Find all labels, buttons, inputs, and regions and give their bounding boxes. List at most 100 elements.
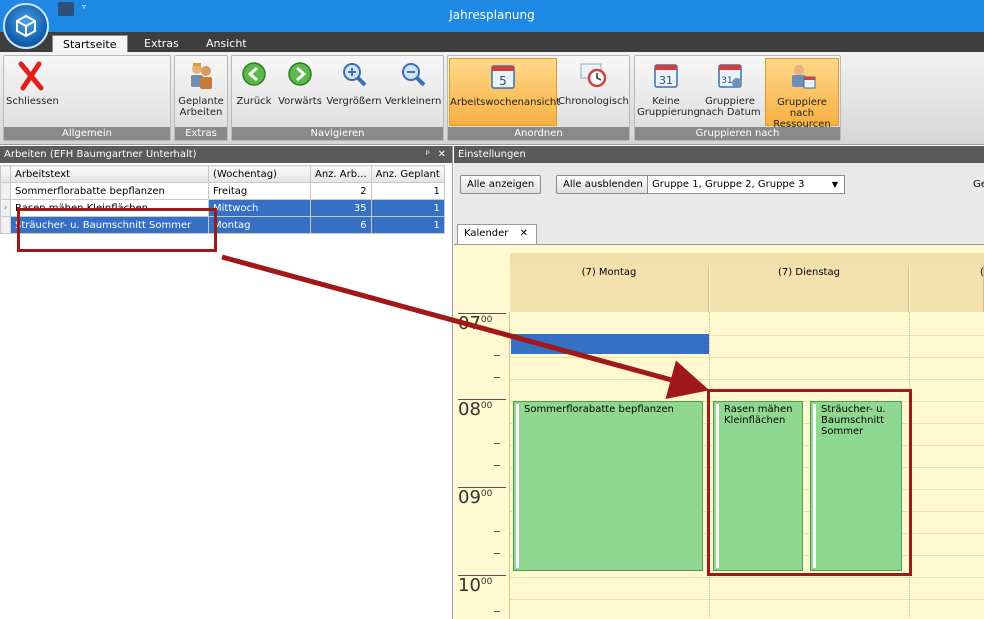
workweek-calendar-icon: 5: [491, 65, 515, 89]
group-label-navigieren: Navigieren: [232, 127, 443, 140]
tab-kalender[interactable]: Kalender ✕: [457, 224, 537, 244]
zoom-in-button[interactable]: Vergrößern: [326, 58, 382, 126]
planned-work-label: Geplante Arbeiten: [178, 96, 224, 118]
svg-text:31: 31: [721, 76, 732, 86]
selected-time-slot[interactable]: [511, 334, 709, 354]
group-label-allgemein: Allgemein: [4, 127, 170, 140]
cell-anz-arb[interactable]: 6: [310, 216, 372, 234]
workers-icon: [191, 63, 212, 89]
hour-label-10: 1000: [458, 575, 493, 596]
no-grouping-label: Keine Gruppierung: [637, 96, 700, 118]
app-menu-button[interactable]: [3, 3, 49, 49]
cell-arbeitstext[interactable]: Sommerflorabatte bepflanzen: [10, 182, 209, 200]
close-x-icon: [18, 61, 44, 91]
back-arrow-icon: [242, 62, 266, 86]
group-by-date-button[interactable]: 31 Gruppiere nach Datum: [697, 58, 763, 126]
cell-anz-arb[interactable]: 2: [310, 182, 372, 200]
close-button-label: Schliessen: [6, 96, 59, 107]
appointment-sommerflorabatte[interactable]: Sommerflorabatte bepflanzen: [513, 401, 703, 571]
day-header-montag-label: (7) Montag: [581, 267, 637, 278]
close-button[interactable]: Schliessen: [6, 58, 59, 126]
group-navigieren: Zurück Vorwärts Vergrößern Verkleinern N…: [231, 55, 444, 141]
quick-access-dropdown-icon[interactable]: ▿: [82, 2, 86, 11]
group-select-value: Gruppe 1, Gruppe 2, Gruppe 3: [652, 179, 805, 190]
calendar-31-icon: 31: [654, 64, 678, 88]
zoom-out-icon: [402, 63, 426, 87]
table-header: Arbeitstext (Wochentag) Anz. Arb... Anz.…: [0, 165, 445, 183]
calendar-date-group-icon: 31: [718, 64, 742, 88]
cell-anz-geplant[interactable]: 1: [370, 216, 445, 234]
row-indicator: ›: [0, 199, 11, 217]
group-anordnen: 5 Arbeitswochenansicht Chronologisch Ano…: [447, 55, 630, 141]
pin-icon[interactable]: ᵖ: [426, 146, 430, 163]
window-title: Jahresplanung: [449, 8, 535, 22]
allday-row: [510, 253, 984, 265]
group-by-resources-button[interactable]: Gruppiere nach Ressourcen: [765, 58, 839, 130]
time-column: [454, 312, 510, 619]
tab-close-icon[interactable]: ✕: [520, 225, 528, 243]
day-header-montag[interactable]: (7) Montag: [510, 265, 709, 312]
hour-label-09: 0900: [458, 487, 493, 508]
work-list-panel-title: Arbeiten (EFH Baumgartner Unterhalt) ᵖ ✕: [0, 146, 452, 163]
cell-wochentag[interactable]: Montag: [208, 216, 311, 234]
back-label: Zurück: [236, 96, 272, 107]
column-header-anz-arb[interactable]: Anz. Arb...: [310, 165, 372, 183]
zoom-in-label: Vergrößern: [326, 96, 382, 107]
column-header-anz-geplant[interactable]: Anz. Geplant: [370, 165, 445, 183]
chronological-icon: [580, 63, 607, 88]
day-header-next-label: (: [980, 267, 984, 278]
column-header-wochentag[interactable]: (Wochentag): [208, 165, 311, 183]
appointment-text: Sommerflorabatte bepflanzen: [524, 404, 674, 415]
chevron-down-icon: ▼: [831, 180, 838, 189]
group-select[interactable]: Gruppe 1, Gruppe 2, Gruppe 3 ▼: [647, 175, 845, 194]
zoom-out-label: Verkleinern: [384, 96, 442, 107]
tab-startseite[interactable]: Startseite: [52, 35, 128, 52]
cell-anz-geplant[interactable]: 1: [370, 199, 445, 217]
no-grouping-button[interactable]: 31 Keine Gruppierung: [637, 58, 700, 126]
workweek-view-button[interactable]: 5 Arbeitswochenansicht: [449, 58, 561, 126]
cell-anz-geplant[interactable]: 1: [370, 182, 445, 200]
chronological-button[interactable]: Chronologisch: [558, 58, 629, 126]
show-all-button[interactable]: Alle anzeigen: [460, 175, 542, 194]
zoom-out-button[interactable]: Verkleinern: [384, 58, 442, 126]
resource-group-icon: [792, 65, 816, 89]
back-button[interactable]: Zurück: [234, 58, 274, 126]
column-header-arbeitstext[interactable]: Arbeitstext: [10, 165, 209, 183]
forward-button[interactable]: Vorwärts: [276, 58, 324, 126]
group-label-gruppieren: Gruppieren nach: [635, 127, 840, 140]
workweek-view-label: Arbeitswochenansicht: [450, 97, 561, 108]
settings-title: Einstellungen: [454, 146, 984, 163]
hide-all-button[interactable]: Alle ausblenden: [556, 175, 650, 194]
cell-wochentag[interactable]: Mittwoch: [208, 199, 311, 217]
group-label-anordnen: Anordnen: [448, 127, 629, 140]
group-by-date-label: Gruppiere nach Datum: [699, 96, 761, 118]
highlight-box-list: [17, 208, 217, 252]
ribbon-tabs: Startseite Extras Ansicht: [0, 32, 984, 52]
forward-label: Vorwärts: [278, 96, 322, 107]
panel-close-icon[interactable]: ✕: [438, 146, 446, 163]
hour-label-07: 0700: [458, 313, 493, 334]
group-gruppieren: 31 Keine Gruppierung 31 Gruppiere nach D…: [634, 55, 841, 141]
hour-label-08: 0800: [458, 399, 493, 420]
row-indicator: [0, 182, 11, 200]
row-indicator: [0, 216, 11, 234]
table-row[interactable]: Sommerflorabatte bepflanzen Freitag 2 1: [0, 182, 445, 200]
planned-work-button[interactable]: Geplante Arbeiten: [177, 58, 225, 126]
quick-access-icon[interactable]: [58, 2, 74, 16]
zoom-in-icon: [343, 63, 367, 87]
day-header-dienstag[interactable]: (7) Dienstag: [710, 265, 909, 312]
box-icon: [16, 14, 36, 38]
cell-wochentag[interactable]: Freitag: [208, 182, 311, 200]
tab-extras[interactable]: Extras: [134, 35, 189, 52]
group-by-resources-label: Gruppiere nach Ressourcen: [773, 97, 831, 130]
ribbon: Schliessen Allgemein Geplante Arbeiten E…: [0, 52, 984, 145]
tab-ansicht[interactable]: Ansicht: [196, 35, 257, 52]
group-allgemein: Schliessen Allgemein: [3, 55, 171, 141]
svg-text:5: 5: [499, 74, 507, 88]
cut-off-label: Ge: [973, 179, 984, 190]
cell-anz-arb[interactable]: 35: [310, 199, 372, 217]
svg-text:31: 31: [659, 74, 673, 87]
group-label-extras: Extras: [175, 127, 227, 140]
day-header-next[interactable]: (: [910, 265, 984, 312]
group-extras: Geplante Arbeiten Extras: [174, 55, 228, 141]
